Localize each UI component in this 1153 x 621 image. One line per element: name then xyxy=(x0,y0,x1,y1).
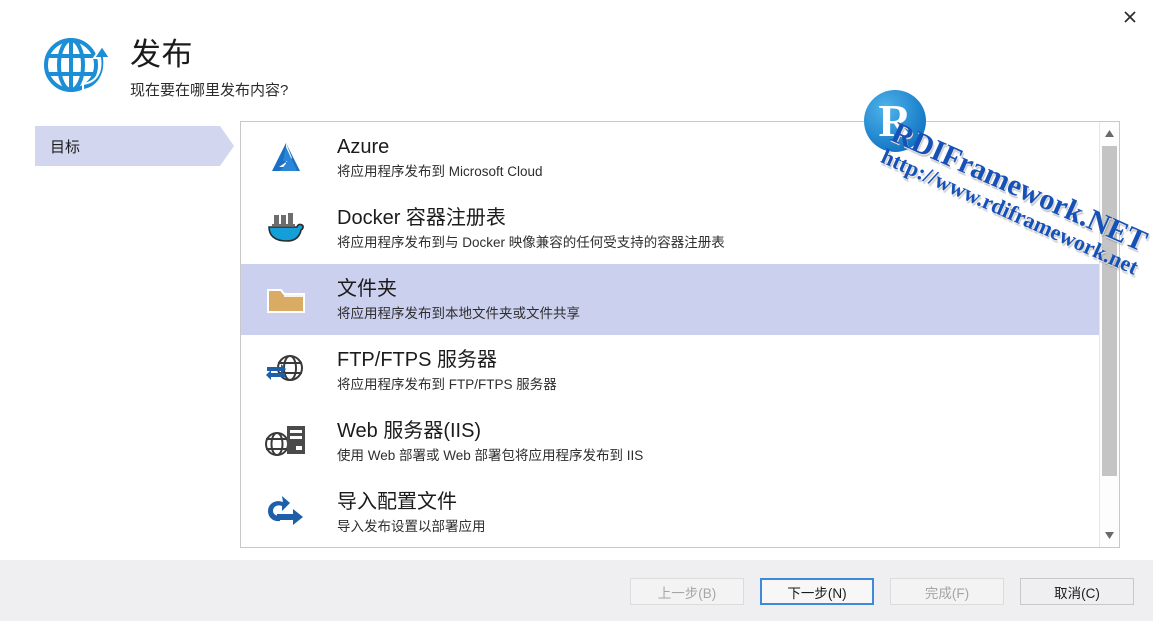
page-title: 发布 xyxy=(130,37,193,72)
target-option-desc: 将应用程序发布到 FTP/FTPS 服务器 xyxy=(337,376,557,392)
page-subtitle: 现在要在哪里发布内容? xyxy=(130,82,289,99)
ftp-globe-icon xyxy=(255,347,317,395)
globe-publish-icon xyxy=(38,34,112,96)
wizard-sidebar: 目标 xyxy=(0,118,236,560)
target-option-desc: 使用 Web 部署或 Web 部署包将应用程序发布到 IIS xyxy=(337,447,644,463)
target-option-desc: 将应用程序发布到与 Docker 映像兼容的任何受支持的容器注册表 xyxy=(337,234,725,250)
target-option-desc: 将应用程序发布到 Microsoft Cloud xyxy=(337,163,543,179)
target-option-desc: 将应用程序发布到本地文件夹或文件共享 xyxy=(337,305,580,321)
target-option-import-profile[interactable]: 导入配置文件 导入发布设置以部署应用 xyxy=(241,477,1099,547)
target-option-title: 文件夹 xyxy=(337,277,397,300)
target-option-docker[interactable]: Docker 容器注册表 将应用程序发布到与 Docker 映像兼容的任何受支持… xyxy=(241,193,1099,264)
scrollbar-thumb[interactable] xyxy=(1102,146,1117,476)
import-arrow-icon xyxy=(255,489,317,537)
target-option-title: 导入配置文件 xyxy=(337,490,457,513)
target-option-folder[interactable]: 文件夹 将应用程序发布到本地文件夹或文件共享 xyxy=(241,264,1099,335)
target-option-title: Docker 容器注册表 xyxy=(337,206,506,229)
azure-icon xyxy=(255,134,317,182)
folder-icon xyxy=(255,276,317,324)
publish-target-list: Azure 将应用程序发布到 Microsoft Cloud Docker 容器… xyxy=(240,121,1120,548)
cancel-button[interactable]: 取消(C) xyxy=(1020,578,1134,605)
next-button[interactable]: 下一步(N) xyxy=(760,578,874,605)
target-option-iis[interactable]: Web 服务器(IIS) 使用 Web 部署或 Web 部署包将应用程序发布到 … xyxy=(241,406,1099,477)
finish-button[interactable]: 完成(F) xyxy=(890,578,1004,605)
target-option-ftp[interactable]: FTP/FTPS 服务器 将应用程序发布到 FTP/FTPS 服务器 xyxy=(241,335,1099,406)
target-option-title: Azure xyxy=(337,135,390,158)
target-option-azure[interactable]: Azure 将应用程序发布到 Microsoft Cloud xyxy=(241,122,1099,193)
iis-server-icon xyxy=(255,418,317,466)
scroll-down-arrow-icon[interactable] xyxy=(1100,526,1119,545)
target-option-desc: 导入发布设置以部署应用 xyxy=(337,518,486,534)
dialog-footer: 上一步(B) 下一步(N) 完成(F) 取消(C) xyxy=(0,560,1153,621)
sidebar-item-target[interactable]: 目标 xyxy=(35,126,220,166)
target-option-title: FTP/FTPS 服务器 xyxy=(337,348,497,371)
list-scrollbar[interactable] xyxy=(1099,122,1119,547)
sidebar-active-arrow xyxy=(220,126,234,166)
scroll-up-arrow-icon[interactable] xyxy=(1100,124,1119,143)
back-button[interactable]: 上一步(B) xyxy=(630,578,744,605)
target-option-title: Web 服务器(IIS) xyxy=(337,419,482,442)
docker-icon xyxy=(255,205,317,253)
sidebar-item-label: 目标 xyxy=(50,138,81,156)
dialog-header: 发布 现在要在哪里发布内容? xyxy=(0,0,1153,118)
